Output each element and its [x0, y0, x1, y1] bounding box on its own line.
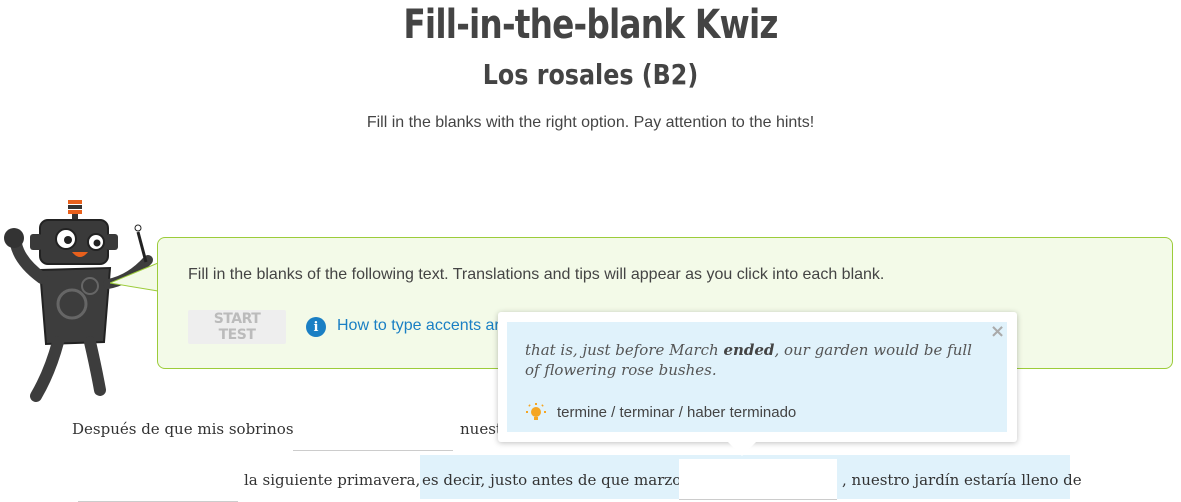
instructions-text: Fill in the blanks of the following text…	[188, 266, 885, 283]
intro-text: Fill in the blanks with the right option…	[366, 114, 815, 131]
exercise-text-segment: la siguiente primavera,	[244, 471, 421, 489]
robot-mascot	[4, 200, 153, 402]
quiz-subtitle: Los rosales (B2)	[482, 58, 699, 91]
blank-input-active[interactable]	[679, 459, 837, 500]
translation-text: that is, just before March ended, our ga…	[525, 341, 972, 379]
tooltip-tail	[726, 440, 758, 456]
exercise-text-segment: , nuestro jardín estaría lleno de	[842, 471, 1082, 489]
close-icon[interactable]: ×	[990, 321, 1005, 342]
exercise-text-segment: nuest	[460, 420, 502, 438]
accents-help-link[interactable]: How to type accents ar	[337, 317, 500, 335]
hint-tooltip: that is, just before March ended, our ga…	[498, 312, 1017, 456]
lightbulb-icon	[526, 403, 546, 420]
exercise-text-segment: es decir, justo antes de que marzo	[422, 471, 682, 489]
tooltip-content: that is, just before March ended, our ga…	[507, 322, 1007, 432]
hint-text: termine / terminar / haber terminado	[557, 404, 797, 421]
blank-input-1[interactable]	[293, 416, 453, 451]
start-test-button[interactable]: START TEST	[188, 310, 286, 344]
speech-tail	[110, 262, 159, 292]
info-icon[interactable]: i	[306, 317, 326, 337]
page-title: Fill-in-the-blank Kwiz	[403, 2, 778, 48]
blank-input-2[interactable]	[78, 467, 238, 502]
exercise-text-segment: Después de que mis sobrinos	[72, 420, 294, 438]
